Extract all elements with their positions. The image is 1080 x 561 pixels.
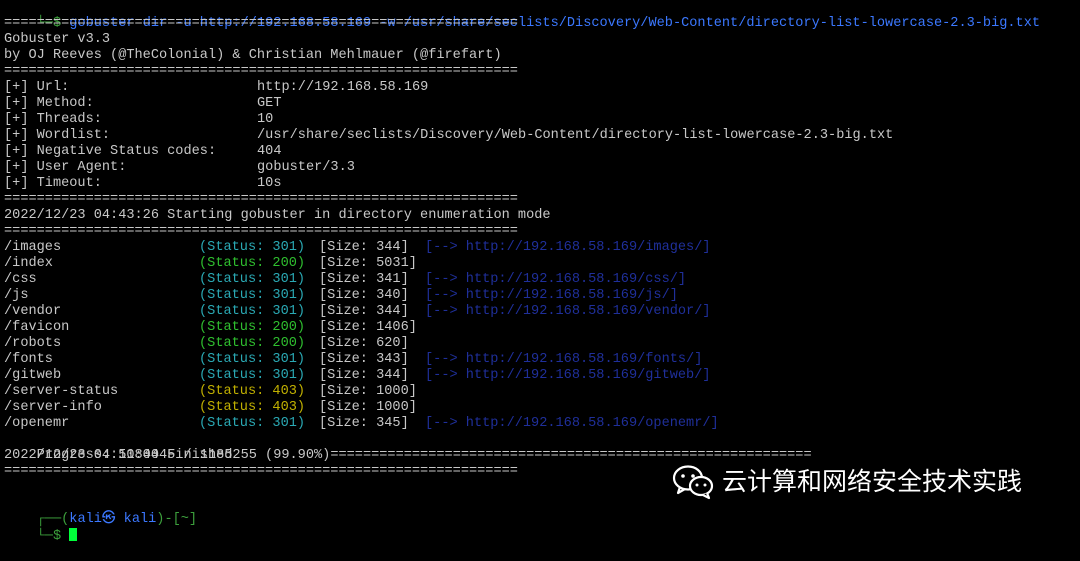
- result-path: /css: [4, 272, 37, 287]
- config-value: http://192.168.58.169: [257, 80, 429, 95]
- config-key: [+] Wordlist:: [4, 128, 111, 143]
- progress-bar: ========================================…: [330, 448, 812, 463]
- result-redirect: [--> http://192.168.58.169/openemr/]: [425, 416, 719, 431]
- finished-line: 2022/12/23 04:50:04 Finished: [4, 448, 233, 463]
- config-value: 10s: [257, 176, 282, 191]
- text-cursor: [69, 528, 78, 541]
- result-redirect: [--> http://192.168.58.169/css/]: [425, 272, 687, 287]
- progress-line: Progress: 1184045 / 1185255 (99.90%)====…: [4, 432, 812, 463]
- config-row: [+] Url: http://192.168.58.169: [4, 80, 428, 96]
- result-path: /fonts: [4, 352, 53, 367]
- config-key: [+] Threads:: [4, 112, 102, 127]
- prompt-bottom-left: └─$: [36, 529, 70, 544]
- result-row: /fonts (Status: 301) [Size: 343] [--> http:…: [4, 352, 702, 368]
- result-path: /gitweb: [4, 368, 62, 383]
- result-row: /images (Status: 301) [Size: 344] [--> http…: [4, 240, 711, 256]
- prompt-user-host: kali㉿ kali: [69, 512, 157, 527]
- config-row: [+] Method: GET: [4, 96, 281, 112]
- banner-version: Gobuster v3.3: [4, 32, 111, 47]
- watermark-text: 云计算和网络安全技术实践: [722, 467, 1023, 496]
- result-path: /js: [4, 288, 29, 303]
- result-path: /robots: [4, 336, 62, 351]
- result-row: /openemr (Status: 301) [Size: 345] [--> htt…: [4, 416, 719, 432]
- config-row: [+] Timeout: 10s: [4, 176, 281, 192]
- result-status: (Status: 200): [199, 256, 306, 271]
- separator-line: ========================================…: [4, 16, 518, 31]
- result-size: [Size: 344]: [319, 240, 409, 255]
- config-key: [+] Url:: [4, 80, 70, 95]
- result-row: /vendor (Status: 301) [Size: 344] [--> http…: [4, 304, 711, 320]
- result-row: /server-info (Status: 403) [Size: 1000]: [4, 400, 425, 416]
- result-path: /server-status: [4, 384, 119, 399]
- result-row: /gitweb (Status: 301) [Size: 344] [--> http…: [4, 368, 711, 384]
- terminal-window[interactable]: └─$ gobuster dir -u http://192.168.58.16…: [0, 0, 1080, 544]
- result-status: (Status: 200): [199, 320, 306, 335]
- config-value: /usr/share/seclists/Discovery/Web-Conten…: [257, 128, 894, 143]
- start-line: 2022/12/23 04:43:26 Starting gobuster in…: [4, 208, 551, 223]
- result-status: (Status: 403): [199, 384, 306, 399]
- config-key: [+] Timeout:: [4, 176, 102, 191]
- result-path: /index: [4, 256, 53, 271]
- prompt-dir: )-[~]: [156, 512, 198, 527]
- result-size: [Size: 340]: [319, 288, 409, 303]
- result-status: (Status: 301): [199, 240, 306, 255]
- result-path: /vendor: [4, 304, 62, 319]
- result-size: [Size: 1406]: [319, 320, 417, 335]
- result-size: [Size: 341]: [319, 272, 409, 287]
- separator-line: ========================================…: [4, 64, 518, 79]
- config-row: [+] Threads: 10: [4, 112, 273, 128]
- result-row: /index (Status: 200) [Size: 5031]: [4, 256, 425, 272]
- result-size: [Size: 345]: [319, 416, 409, 431]
- result-status: (Status: 200): [199, 336, 306, 351]
- result-size: [Size: 343]: [319, 352, 409, 367]
- result-path: /server-info: [4, 400, 102, 415]
- result-status: (Status: 301): [199, 352, 306, 367]
- config-value: 10: [257, 112, 274, 127]
- result-size: [Size: 344]: [319, 304, 409, 319]
- separator-line: ========================================…: [4, 224, 518, 239]
- result-redirect: [--> http://192.168.58.169/fonts/]: [425, 352, 703, 367]
- result-status: (Status: 301): [199, 288, 306, 303]
- result-status: (Status: 301): [199, 368, 306, 383]
- config-value: gobuster/3.3: [257, 160, 355, 175]
- result-size: [Size: 344]: [319, 368, 409, 383]
- command-line: └─$ gobuster dir -u http://192.168.58.16…: [4, 0, 1040, 31]
- result-path: /favicon: [4, 320, 70, 335]
- config-row: [+] Negative Status codes: 404: [4, 144, 281, 160]
- result-size: [Size: 5031]: [319, 256, 417, 271]
- result-status: (Status: 301): [199, 272, 306, 287]
- result-redirect: [--> http://192.168.58.169/js/]: [425, 288, 678, 303]
- wechat-icon: [672, 465, 714, 500]
- result-size: [Size: 1000]: [319, 400, 417, 415]
- result-size: [Size: 620]: [319, 336, 409, 351]
- result-row: /favicon (Status: 200) [Size: 1406]: [4, 320, 425, 336]
- config-key: [+] Negative Status codes:: [4, 144, 217, 159]
- config-value: GET: [257, 96, 282, 111]
- result-row: /server-status (Status: 403) [Size: 1000]: [4, 384, 425, 400]
- config-row: [+] Wordlist: /usr/share/seclists/Discove…: [4, 128, 893, 144]
- result-status: (Status: 301): [199, 416, 306, 431]
- result-status: (Status: 403): [199, 400, 306, 415]
- config-key: [+] Method:: [4, 96, 94, 111]
- result-row: /css (Status: 301) [Size: 341] [--> http://…: [4, 272, 686, 288]
- config-row: [+] User Agent: gobuster/3.3: [4, 160, 355, 176]
- result-redirect: [--> http://192.168.58.169/gitweb/]: [425, 368, 711, 383]
- prompt-line-bottom[interactable]: └─$: [4, 512, 78, 544]
- config-key: [+] User Agent:: [4, 160, 127, 175]
- separator-line: ========================================…: [4, 464, 518, 479]
- result-path: /openemr: [4, 416, 70, 431]
- separator-line: ========================================…: [4, 192, 518, 207]
- config-value: 404: [257, 144, 282, 159]
- result-size: [Size: 1000]: [319, 384, 417, 399]
- prompt-line-top: ┌──(kali㉿ kali)-[~]: [4, 496, 197, 527]
- result-redirect: [--> http://192.168.58.169/images/]: [425, 240, 711, 255]
- result-row: /js (Status: 301) [Size: 340] [--> http://1…: [4, 288, 678, 304]
- result-status: (Status: 301): [199, 304, 306, 319]
- result-path: /images: [4, 240, 62, 255]
- result-redirect: [--> http://192.168.58.169/vendor/]: [425, 304, 711, 319]
- result-row: /robots (Status: 200) [Size: 620]: [4, 336, 425, 352]
- watermark: 云计算和网络安全技术实践: [672, 462, 1022, 502]
- banner-authors: by OJ Reeves (@TheColonial) & Christian …: [4, 48, 502, 63]
